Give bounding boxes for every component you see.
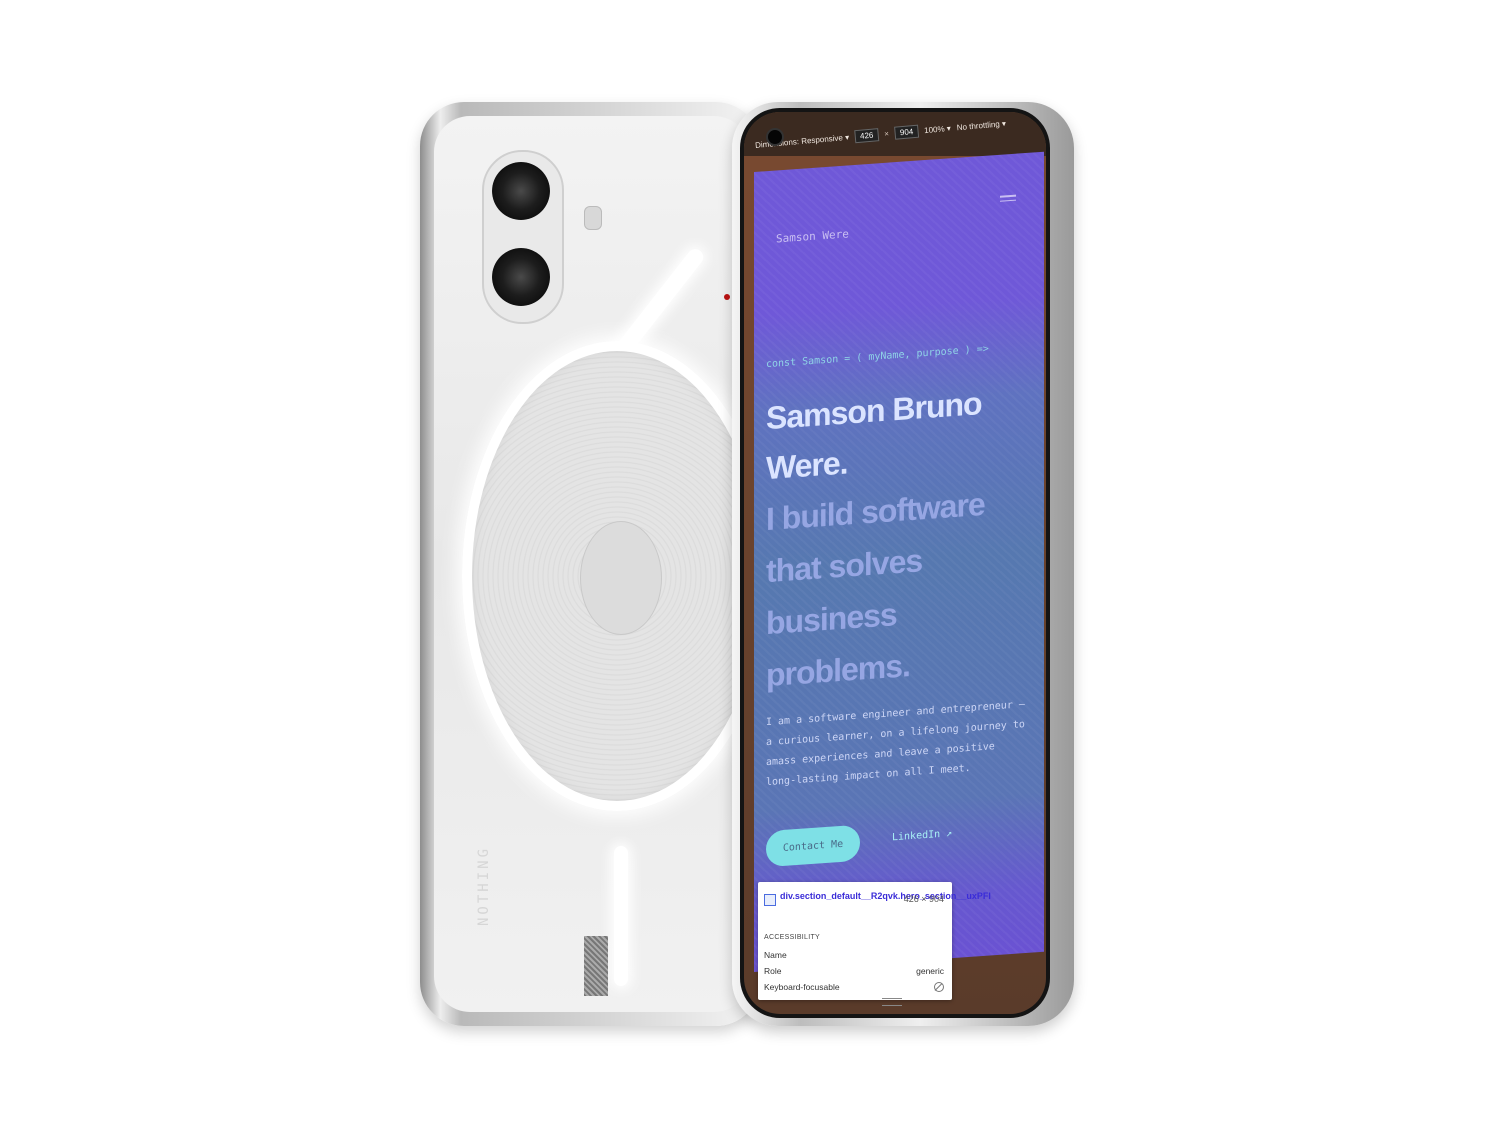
speaker-grille [584,936,608,996]
intro-paragraph: I am a software engineer and entrepreneu… [766,699,1025,789]
flash-icon [584,206,602,230]
phone-back: NOTHING [420,102,760,1026]
home-indicator[interactable] [882,998,902,1006]
zoom-dropdown[interactable]: 100% ▾ [924,123,951,134]
hamburger-menu-icon[interactable] [1000,192,1016,205]
phone-back-panel: NOTHING [434,116,750,1012]
camera-lens-bottom [492,248,550,306]
wireless-coil-center [580,521,662,635]
camera-lens-top [492,162,550,220]
accessibility-row-role: Role generic [764,966,944,976]
hero-tagline: I build software that solves business pr… [766,485,985,694]
phone-front: Dimensions: Responsive ▾ 426 × 904 100% … [732,102,1074,1026]
recording-led [724,294,730,300]
site-logo-text[interactable]: Samson Were [776,227,849,245]
times-sign: × [883,128,890,139]
code-snippet: const Samson = ( myName, purpose ) => [766,343,989,371]
accessibility-row-keyboard: Keyboard-focusable [764,982,944,992]
element-inspector-tooltip: div.section_default__R2qvk.hero_section_… [758,882,991,1000]
contact-me-button[interactable]: Contact Me [766,824,860,868]
linkedin-link[interactable]: LinkedIn ↗ [892,828,952,843]
accessibility-row-name: Name [764,950,944,960]
devtools-device-toolbar: Dimensions: Responsive ▾ 426 × 904 100% … [744,112,1046,156]
element-selector: div.section_default__R2qvk.hero_section_… [780,891,991,901]
camera-module [482,150,564,324]
throttling-dropdown[interactable]: No throttling ▾ [956,119,1006,132]
height-input[interactable]: 904 [894,124,919,140]
glyph-light-stripe [614,846,628,986]
row-value: generic [916,966,944,976]
not-allowed-icon [934,982,944,992]
accessibility-heading: ACCESSIBILITY [764,934,821,941]
element-box-icon [764,894,776,906]
website-viewport: Samson Were const Samson = ( myName, pur… [754,151,1044,973]
front-camera [766,128,784,146]
phone-bezel: Dimensions: Responsive ▾ 426 × 904 100% … [740,108,1050,1018]
phone-screen: Dimensions: Responsive ▾ 426 × 904 100% … [744,112,1046,1014]
element-size: 426 × 904 [903,894,944,904]
row-label: Name [764,950,787,960]
row-label: Keyboard-focusable [764,982,840,992]
hero-name: Samson Bruno Were. [766,385,982,487]
row-label: Role [764,966,782,976]
width-input[interactable]: 426 [854,127,879,143]
brand-logo: NOTHING [476,845,492,926]
